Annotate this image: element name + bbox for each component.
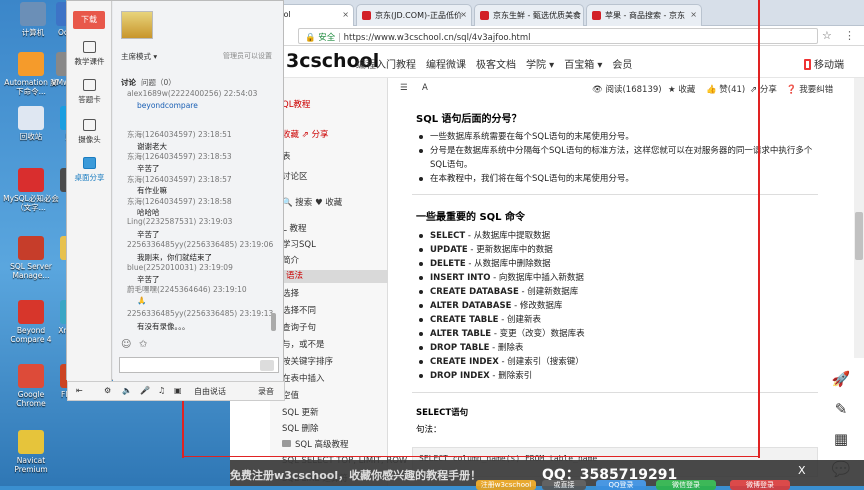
promo-button[interactable]: 微信登录 — [656, 480, 716, 490]
host-avatar — [121, 11, 153, 39]
app-icon — [18, 236, 44, 260]
message-meta: alex1689w(2222400256) 22:54:03 — [127, 89, 258, 98]
message-meta: 2256336485yy(2256336485) 23:19:13 — [127, 309, 274, 318]
scrollbar-thumb[interactable] — [855, 212, 863, 260]
app-icon — [18, 364, 44, 388]
promo-bar: 免费注册w3cschool，收藏你感兴趣的教程手册！ QQ：3585719291… — [230, 460, 864, 490]
mobile-link[interactable]: 移动端 — [804, 56, 844, 71]
app-icon — [18, 430, 44, 454]
message-meta: 2256336485yy(2256336485) 23:19:06 — [127, 240, 274, 249]
speaker-icon[interactable]: 🔈 — [122, 386, 132, 395]
discussion-area: 主席模式 ▾ 管理员可以设置 讨论 问题（0） alex1689w(222240… — [113, 1, 283, 381]
app-icon — [18, 106, 44, 130]
close-icon[interactable]: X — [798, 464, 806, 477]
promo-text: 免费注册w3cschool，收藏你感兴趣的教程手册！ — [230, 469, 482, 482]
promo-button[interactable]: 微博登录 — [730, 480, 790, 490]
mic-icon[interactable]: 🎤 — [140, 386, 150, 395]
panel-nav-item[interactable]: 答题卡 — [69, 79, 110, 105]
chat-scrollbar[interactable] — [271, 313, 276, 331]
browser-window: w3cschool×京东(JD.COM)-正品低价×京东生鲜 - 甄选优质美食×… — [182, 0, 864, 490]
panel-item-label: 答题卡 — [78, 95, 101, 104]
panel-item-label: 桌面分享 — [74, 173, 105, 182]
host-mode[interactable]: 主席模式 ▾ — [121, 51, 157, 62]
menu-icon[interactable]: ⋮ — [844, 29, 855, 42]
record-label[interactable]: 录音 — [258, 386, 274, 397]
message-meta: 蔚毛嘿嘿(2245364646) 23:19:10 — [127, 285, 247, 294]
promo-button[interactable]: 注册w3cschool — [476, 480, 536, 490]
chat-input[interactable] — [119, 357, 279, 373]
promo-button[interactable]: QQ登录 — [596, 480, 646, 490]
free-speak[interactable]: 自由说话 — [194, 386, 226, 397]
message-meta: 东海(1264034597) 23:18:57 — [127, 175, 232, 184]
message-text: 🙏 — [137, 296, 147, 305]
music-icon[interactable]: ♫ — [158, 386, 165, 395]
tab-question[interactable]: 问题（0） — [141, 77, 176, 88]
desktop-icon-label: Navicat Premium — [14, 456, 48, 474]
panel-item-icon — [83, 119, 96, 131]
message-text: 辛苦了 — [137, 164, 160, 173]
rocket-icon[interactable]: 🚀 — [830, 370, 852, 390]
message-text: 辛苦了 — [137, 230, 160, 239]
camera-icon[interactable]: ▣ — [174, 386, 182, 395]
panel-nav-item[interactable]: 教学课件 — [69, 41, 110, 67]
app-icon — [18, 168, 44, 192]
message-meta: Ling(2232587531) 23:19:03 — [127, 217, 233, 226]
message-text: beyondcompare — [137, 101, 198, 110]
message-text: 我刚来，你们就结束了 — [137, 253, 212, 262]
recording-frame-bottom — [182, 456, 760, 458]
star-icon[interactable]: ☆ — [822, 29, 832, 42]
message-text: 有没有录像。。。 — [137, 322, 190, 331]
panel-nav-item[interactable]: 桌面分享 — [69, 157, 110, 183]
phone-icon — [804, 59, 811, 70]
panel-item-label: 教学课件 — [74, 57, 105, 66]
panel-sidebar: 下载 教学课件答题卡摄像头桌面分享 — [67, 1, 112, 381]
message-meta: 东海(1264034597) 23:18:58 — [127, 197, 232, 206]
panel-item-icon — [83, 79, 96, 91]
feedback-icon[interactable]: ✎ — [830, 400, 852, 420]
promo-button[interactable]: 或直接 — [542, 480, 586, 490]
message-text: 有作业嘛 — [137, 186, 167, 195]
download-button[interactable]: 下载 — [73, 11, 105, 29]
qr-code-icon[interactable]: ▦ — [830, 430, 852, 450]
panel-toolbar: ⇤ ⚙ 🔈 🎤 ♫ ▣ 自由说话 录音 — [67, 381, 285, 401]
settings-icon[interactable]: ⚙ — [104, 386, 111, 395]
panel-nav-item[interactable]: 摄像头 — [69, 119, 110, 145]
app-icon — [18, 300, 44, 324]
admin-note: 管理员可以设置 — [223, 52, 272, 60]
send-button[interactable] — [260, 360, 274, 371]
panel-item-label: 摄像头 — [78, 135, 101, 144]
emoji-icon[interactable]: ☺ — [121, 339, 131, 350]
panel-item-icon — [83, 157, 96, 169]
exit-icon[interactable]: ⇤ — [76, 386, 83, 395]
star-icon[interactable]: ✩ — [139, 339, 147, 350]
tab-discuss[interactable]: 讨论 — [121, 77, 136, 88]
report-button[interactable]: ❓ 我要纠错 — [786, 83, 833, 95]
message-meta: 东海(1264034597) 23:18:53 — [127, 152, 232, 161]
lecture-panel: 下载 教学课件答题卡摄像头桌面分享 主席模式 ▾ 管理员可以设置 讨论 问题（0… — [66, 0, 285, 401]
mobile-label: 移动端 — [814, 60, 844, 71]
panel-item-icon — [83, 41, 96, 53]
desktop-icon[interactable]: Navicat Premium — [2, 430, 60, 474]
message-meta: 东海(1264034597) 23:18:51 — [127, 130, 232, 139]
message-meta: blue(2252010031) 23:19:09 — [127, 263, 233, 272]
